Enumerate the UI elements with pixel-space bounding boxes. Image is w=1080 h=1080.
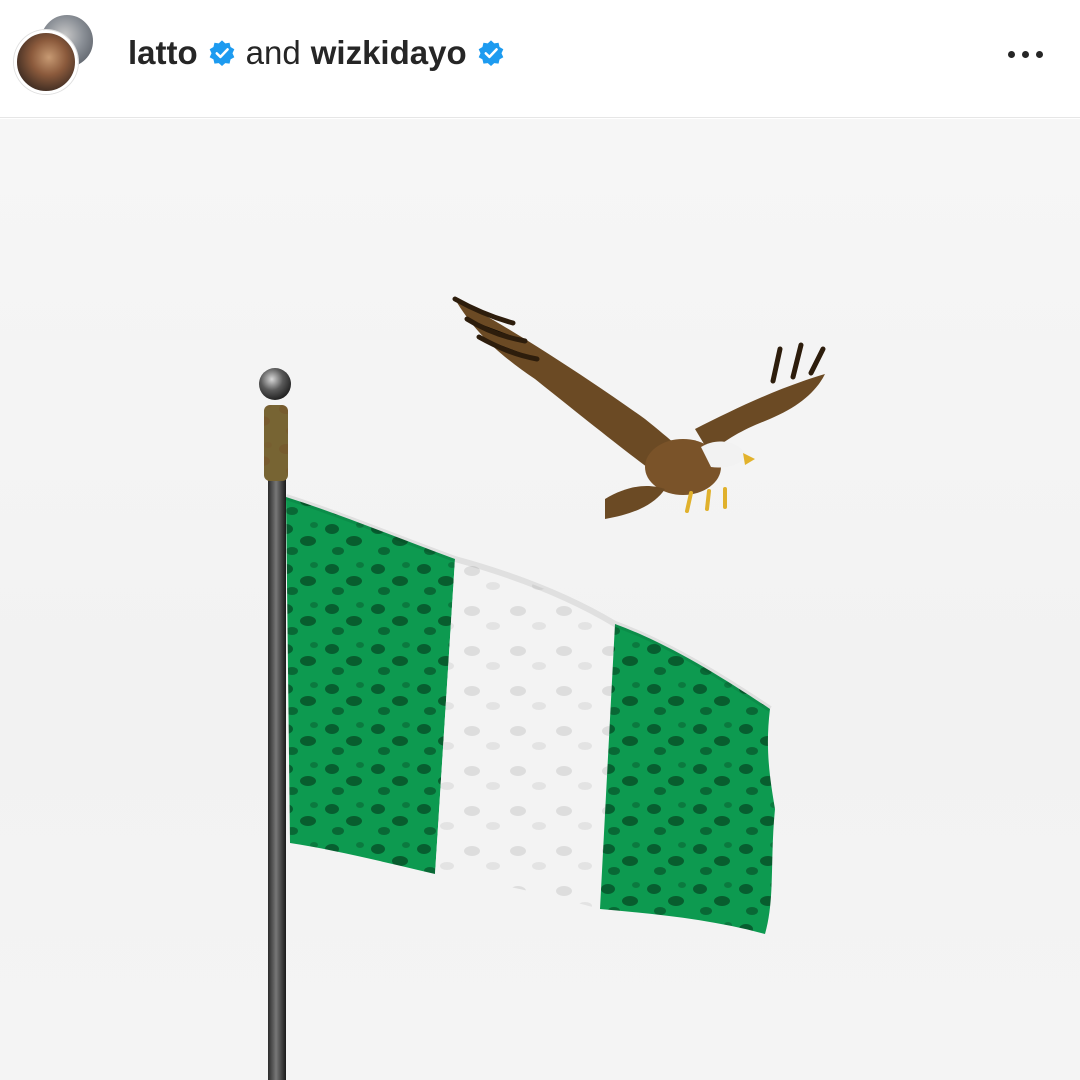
verified-badge-icon [478,40,503,67]
collab-avatars[interactable] [14,12,104,96]
author-latto-link[interactable]: latto [128,34,198,72]
eagle-illustration [452,296,826,519]
flag-pole [259,368,291,1080]
author-joiner: and [245,34,301,71]
post-image[interactable] [0,119,1080,1080]
post-authors: latto and wizkidayo [128,30,505,76]
author-wizkidayo-link[interactable]: wizkidayo [311,34,467,72]
post-header: latto and wizkidayo [0,0,1080,118]
flag-and-eagle-artwork [259,296,826,1080]
nigerian-flag [285,494,775,934]
avatar-latto[interactable] [14,30,78,94]
more-horizontal-icon [1007,50,1015,58]
verified-badge-icon [209,40,234,67]
more-options-button[interactable] [1000,34,1050,74]
